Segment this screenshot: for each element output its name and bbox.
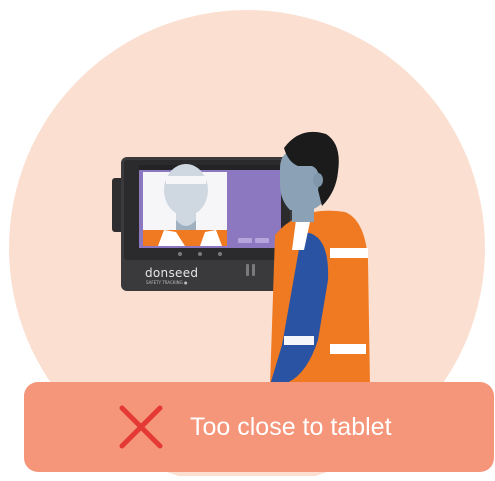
warning-message: Too close to tablet — [190, 413, 392, 441]
warning-banner: Too close to tablet — [24, 382, 494, 472]
close-icon — [119, 405, 163, 449]
tablet-brand-subtitle: SAFETY TRACKING ● — [146, 280, 188, 285]
tablet — [112, 157, 293, 291]
tablet-brand-logo: donseed — [145, 266, 199, 280]
